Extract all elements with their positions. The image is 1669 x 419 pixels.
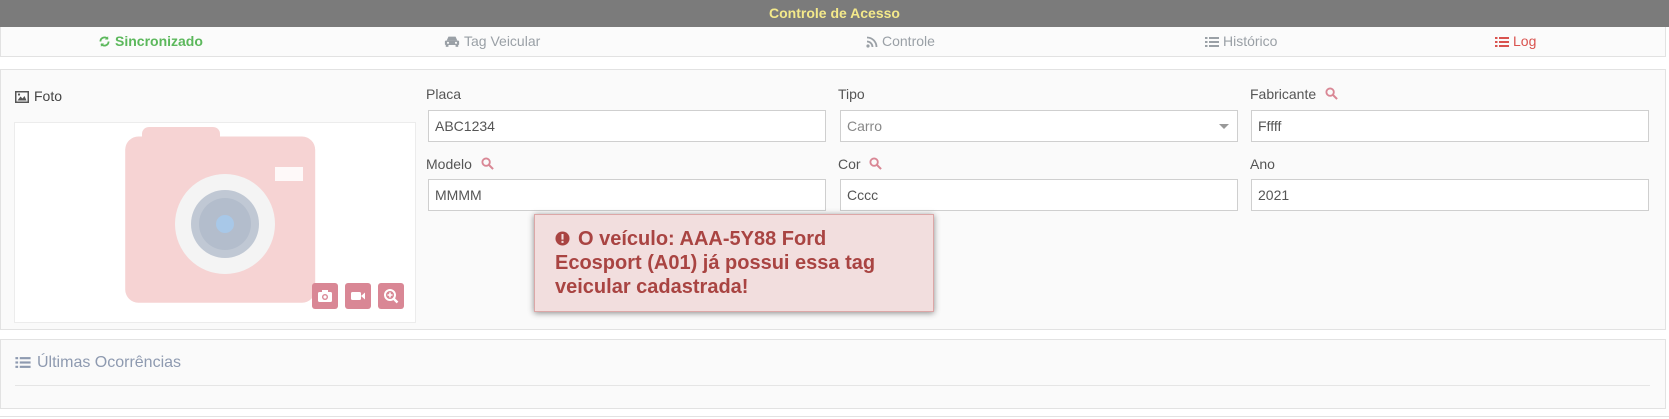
fabricante-label: Fabricante	[1250, 86, 1338, 102]
app-title: Controle de Acesso	[0, 0, 1669, 27]
ocorrencias-title-text: Últimas Ocorrências	[37, 354, 182, 371]
modelo-label-text: Modelo	[426, 156, 472, 172]
ano-input[interactable]: 2021	[1251, 179, 1649, 211]
exclamation-circle-icon	[555, 231, 570, 246]
list-icon	[1495, 37, 1509, 47]
list-icon	[1205, 37, 1219, 47]
error-alert-message: O veículo: AAA-5Y88 Ford Ecosport (A01) …	[555, 228, 876, 298]
search-icon[interactable]	[869, 157, 883, 170]
placa-label: Placa	[426, 86, 462, 102]
nav-label-historico: Histórico	[1223, 33, 1278, 49]
list-icon	[15, 357, 31, 368]
video-icon	[351, 292, 365, 300]
ocorrencias-title[interactable]: Últimas Ocorrências	[15, 354, 181, 372]
nav-bar: Sincronizado Tag Veicular Controle Histó…	[0, 27, 1666, 57]
tipo-selected-value: Carro	[847, 118, 883, 134]
rss-icon	[866, 36, 878, 48]
cor-input[interactable]: Cccc	[840, 179, 1238, 211]
zoom-in-icon	[384, 289, 399, 304]
refresh-icon	[99, 36, 110, 47]
zoom-button[interactable]	[378, 283, 404, 309]
divider	[0, 416, 1669, 417]
modelo-input[interactable]: MMMM	[428, 179, 826, 211]
nav-item-historico[interactable]: Histórico	[1205, 27, 1277, 56]
cor-label-text: Cor	[838, 156, 861, 172]
nav-label-sincronizado: Sincronizado	[115, 33, 203, 49]
camera-button[interactable]	[312, 283, 338, 309]
error-alert: O veículo: AAA-5Y88 Ford Ecosport (A01) …	[534, 214, 934, 312]
search-icon[interactable]	[481, 157, 494, 170]
nav-item-sincronizado[interactable]: Sincronizado	[98, 27, 203, 56]
fabricante-input[interactable]: Fffff	[1251, 110, 1649, 142]
foto-label: Foto	[15, 88, 62, 104]
cor-label: Cor	[838, 156, 883, 172]
placa-input[interactable]: ABC1234	[428, 110, 826, 142]
fabricante-label-text: Fabricante	[1250, 86, 1317, 102]
ocorrencias-panel	[0, 339, 1666, 409]
tipo-select[interactable]: Carro	[840, 110, 1238, 142]
nav-label-tag-veicular: Tag Veicular	[464, 33, 541, 49]
foto-label-text: Foto	[34, 88, 63, 104]
nav-item-log[interactable]: Log	[1495, 27, 1536, 56]
divider	[15, 385, 1650, 386]
nav-label-log: Log	[1513, 33, 1537, 49]
nav-item-tag-veicular[interactable]: Tag Veicular	[444, 27, 540, 56]
nav-label-controle: Controle	[882, 33, 935, 49]
modelo-label: Modelo	[426, 156, 494, 172]
chevron-down-icon	[1219, 124, 1229, 129]
search-icon[interactable]	[1325, 87, 1338, 100]
camera-icon	[318, 290, 332, 302]
camera-placeholder-icon	[125, 127, 316, 303]
ano-label: Ano	[1250, 156, 1275, 172]
nav-item-controle[interactable]: Controle	[866, 27, 935, 56]
video-button[interactable]	[345, 283, 371, 309]
tipo-label: Tipo	[838, 86, 865, 102]
car-icon	[444, 36, 460, 47]
image-icon	[15, 91, 29, 103]
